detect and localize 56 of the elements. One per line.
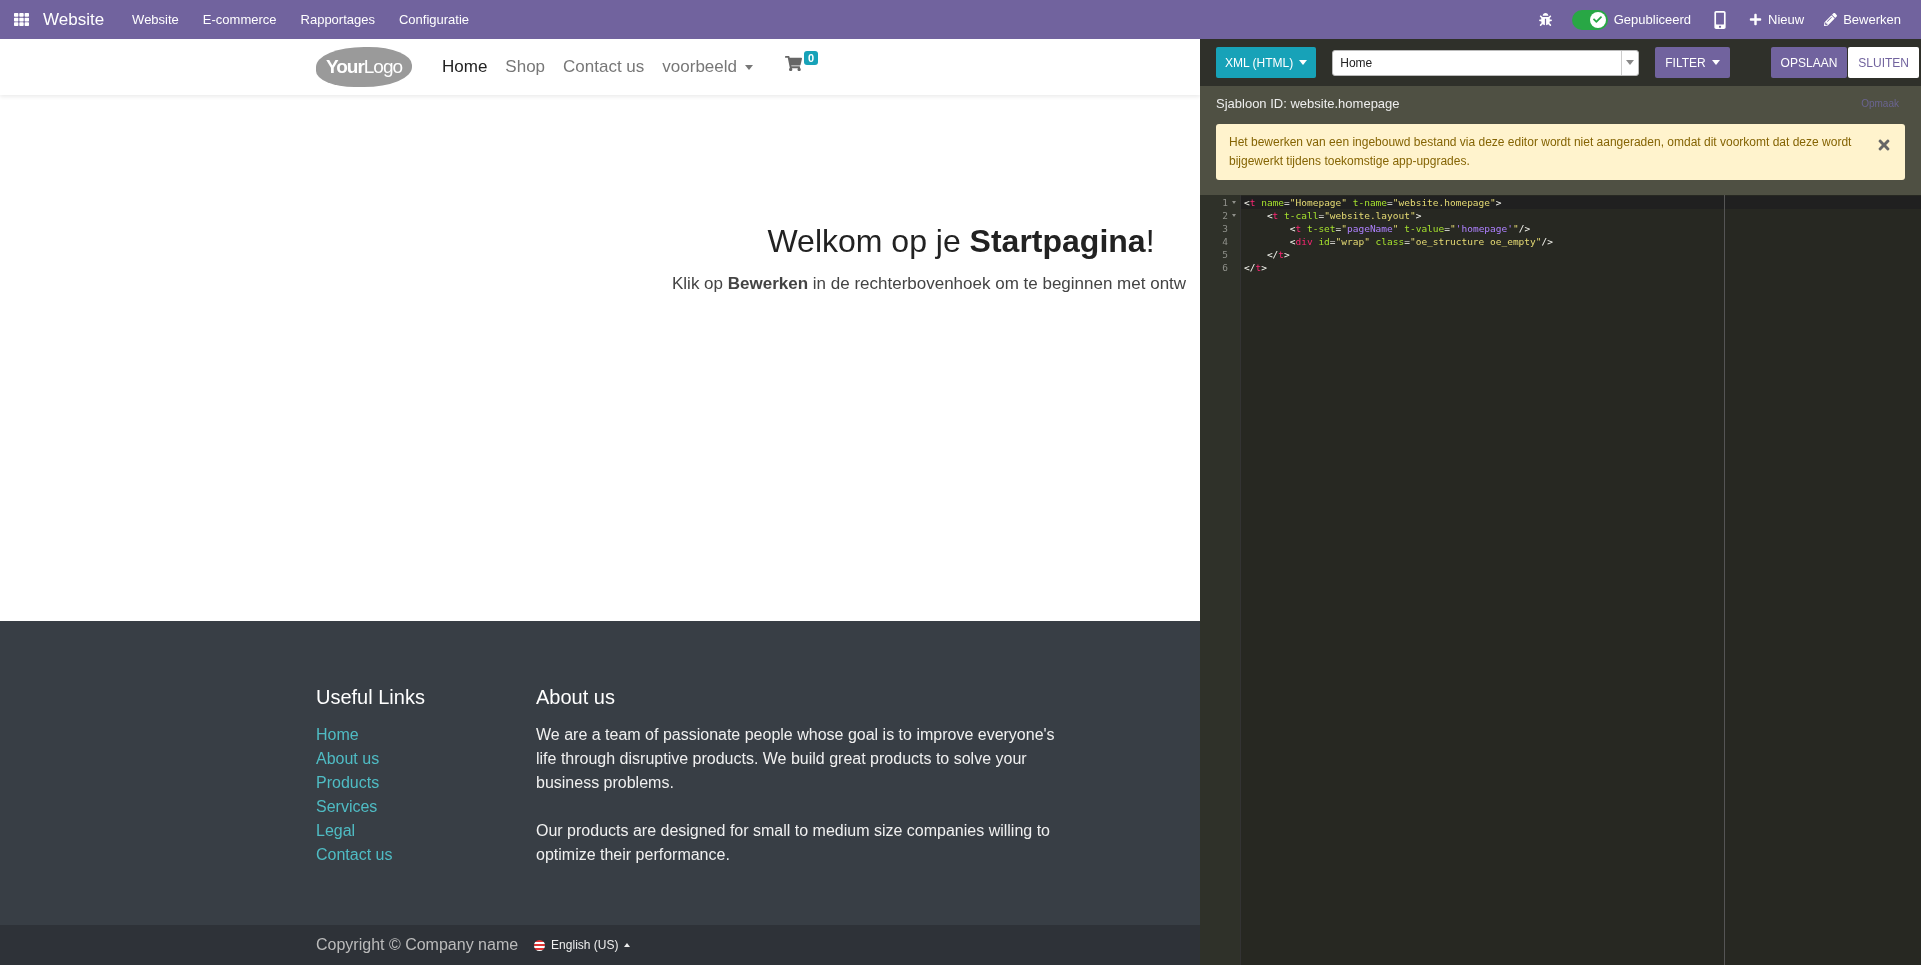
menu-item[interactable]: E-commerce	[202, 12, 277, 27]
code-area[interactable]: 1 2 3 4 5 6 <t name="Homepage" t-name="website.homepage"> <t t-call="website.layout"> <t t-set="pageName" t-value="'homepage'"/> <div id="wrap" class="oe_structure oe_empty"/> </t> </t>	[1200, 195, 1921, 965]
close-button[interactable]: SLUITEN	[1848, 47, 1919, 78]
filter-button[interactable]: FILTER	[1655, 47, 1730, 78]
nav-link[interactable]: Contact us	[563, 57, 645, 77]
fold-arrow-icon[interactable]	[1232, 214, 1236, 217]
nav-link[interactable]: Shop	[505, 57, 546, 77]
copyright: Copyright © Company name	[316, 936, 519, 954]
logo[interactable]: YourLogo	[316, 47, 412, 87]
plus-icon	[1749, 13, 1763, 26]
nav-link[interactable]: Home	[442, 57, 488, 77]
footer-link[interactable]: About us	[316, 747, 536, 771]
template-id: Sjabloon ID: website.homepage	[1216, 96, 1400, 111]
line-number: 5	[1221, 248, 1229, 261]
check-icon	[1593, 15, 1603, 24]
new-button[interactable]: Nieuw	[1749, 12, 1805, 27]
edit-button[interactable]: Bewerken	[1824, 12, 1901, 27]
code-line: </t>	[1243, 261, 1268, 274]
line-number: 3	[1221, 222, 1229, 235]
menu-item[interactable]: Website	[132, 12, 179, 27]
code-line: </t>	[1265, 248, 1291, 261]
menu-item[interactable]: Configuratie	[399, 12, 470, 27]
type-dropdown[interactable]: XML (HTML)	[1216, 47, 1317, 78]
footer-link[interactable]: Services	[316, 795, 536, 819]
cart-icon	[785, 54, 802, 72]
footer-heading: About us	[536, 686, 616, 709]
code-line: <div id="wrap" class="oe_structure oe_empty"/>	[1288, 235, 1554, 248]
warning-text: Het bewerken van een ingebouwd bestand via deze editor wordt niet aangeraden, omdat dit voorkomt dat deze wordt bijgewerkt tijdens toekomstige app-upgrades.	[1229, 134, 1853, 170]
language-selector[interactable]: English (US)	[534, 938, 631, 952]
footer-paragraph: We are a team of passionate people whose goal is to improve everyone's life through disruptive products. We build great products to solve your business problems.	[536, 725, 1056, 793]
footer-link[interactable]: Products	[316, 771, 536, 795]
app-title: Website	[43, 9, 105, 30]
pencil-icon	[1824, 13, 1838, 26]
code-line: <t t-call="website.layout">	[1265, 209, 1423, 222]
footer-link[interactable]: Legal	[316, 819, 536, 843]
footer-paragraph: Our products are designed for small to medium size companies willing to optimize their performance.	[536, 821, 1051, 865]
footer-heading: Useful Links	[316, 686, 426, 709]
publish-toggle[interactable]	[1571, 9, 1608, 30]
code-line: <t t-set="pageName" t-value="'homepage'"/>	[1288, 222, 1532, 235]
footer-link[interactable]: Home	[316, 723, 536, 747]
view-select[interactable]: Home	[1332, 49, 1640, 76]
page-subtitle: Klik op Bewerken in de rechterbovenhoek om te beginnen met ontw	[672, 274, 1188, 294]
apps-grid-icon[interactable]	[14, 12, 29, 27]
menu-item[interactable]: Rapportages	[300, 12, 375, 27]
line-number: 2	[1200, 209, 1240, 222]
line-number: 1	[1200, 196, 1240, 209]
footer-link[interactable]: Contact us	[316, 843, 536, 867]
bug-icon[interactable]	[1538, 13, 1552, 26]
page-heading: Welkom op je Startpagina!	[766, 223, 1156, 260]
cart-count: 0	[804, 50, 819, 65]
save-button[interactable]: OPSLAAN	[1770, 47, 1848, 78]
nav-link[interactable]: voorbeeld	[662, 57, 753, 77]
line-number: 4	[1221, 235, 1229, 248]
fold-arrow-icon[interactable]	[1232, 201, 1236, 204]
line-number: 6	[1221, 261, 1229, 274]
toggle-label: Gepubliceerd	[1613, 12, 1692, 27]
